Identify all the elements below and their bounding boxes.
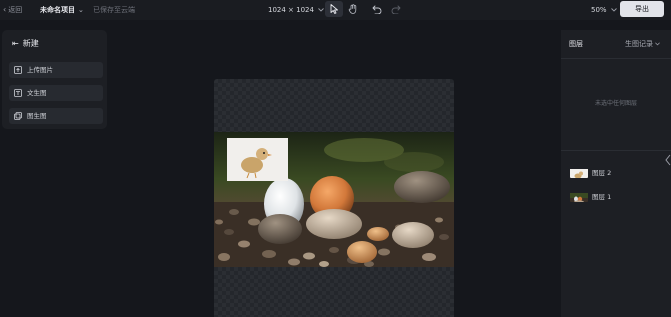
export-button[interactable]: 导出 — [620, 1, 664, 17]
tab-generation-history-label: 生图记录 — [625, 40, 653, 48]
project-name-dropdown[interactable]: 未命名项目 ⌄ — [40, 0, 84, 20]
chevron-down-icon — [318, 8, 325, 12]
text-to-image-label: 文生图 — [27, 89, 47, 97]
upload-image-label: 上传图片 — [27, 66, 53, 74]
layer-name: 图层 2 — [592, 169, 612, 177]
back-label: 返回 — [8, 6, 23, 14]
undo-icon — [372, 5, 382, 14]
text-to-image-icon — [14, 89, 22, 97]
cursor-icon — [330, 4, 338, 14]
canvas-size-dropdown[interactable]: 1024 × 1024 — [268, 0, 325, 20]
no-layer-selected-hint: 未选中任何图层 — [594, 100, 637, 107]
layer-thumbnail — [570, 166, 588, 178]
upload-image-icon — [14, 66, 22, 74]
undo-button[interactable] — [368, 1, 386, 17]
tab-layers[interactable]: 图层 — [569, 39, 583, 49]
zoom-dropdown[interactable]: 50% — [591, 0, 617, 20]
create-panel-header: ⇤ 新建 — [12, 38, 39, 49]
image-to-image-icon — [14, 112, 22, 120]
text-to-image-button[interactable]: 文生图 — [9, 85, 103, 101]
back-button[interactable]: ‹ 返回 — [3, 0, 22, 20]
image-to-image-label: 图生图 — [27, 112, 47, 120]
layer-name: 图层 1 — [592, 193, 612, 201]
top-toolbar: ‹ 返回 未命名项目 ⌄ 已保存至云端 1024 × 1024 50% 导出 — [0, 0, 671, 20]
image-to-image-button[interactable]: 图生图 — [9, 108, 103, 124]
zoom-level: 50% — [591, 6, 607, 14]
divider — [561, 150, 671, 151]
select-tool-button[interactable] — [325, 1, 343, 17]
chevron-left-icon[interactable] — [665, 154, 671, 166]
artboard[interactable] — [214, 79, 454, 317]
create-panel: ⇤ 新建 上传图片 文生图 图生图 — [2, 30, 107, 129]
hand-icon — [348, 4, 357, 14]
arrow-left-icon: ‹ — [3, 5, 7, 14]
eggs-photo-layer[interactable] — [214, 132, 454, 267]
upload-image-button[interactable]: 上传图片 — [9, 62, 103, 78]
arrow-left-icon[interactable]: ⇤ — [12, 39, 19, 48]
chevron-down-icon — [655, 42, 661, 46]
project-name: 未命名项目 — [40, 6, 75, 14]
save-status: 已保存至云端 — [93, 6, 135, 14]
chevron-down-icon — [610, 8, 617, 12]
create-panel-title: 新建 — [22, 39, 39, 48]
layers-panel: 图层 生图记录 未选中任何图层 图层 2 图层 1 — [561, 30, 671, 317]
chevron-down-icon: ⌄ — [78, 6, 84, 14]
hand-tool-button[interactable] — [344, 1, 362, 17]
canvas-size-label: 1024 × 1024 — [268, 6, 314, 14]
layer-thumbnail — [570, 190, 588, 202]
layers-panel-header: 图层 生图记录 — [561, 30, 671, 59]
tab-generation-history[interactable]: 生图记录 — [625, 39, 661, 49]
redo-button[interactable] — [387, 1, 405, 17]
redo-icon — [391, 5, 401, 14]
